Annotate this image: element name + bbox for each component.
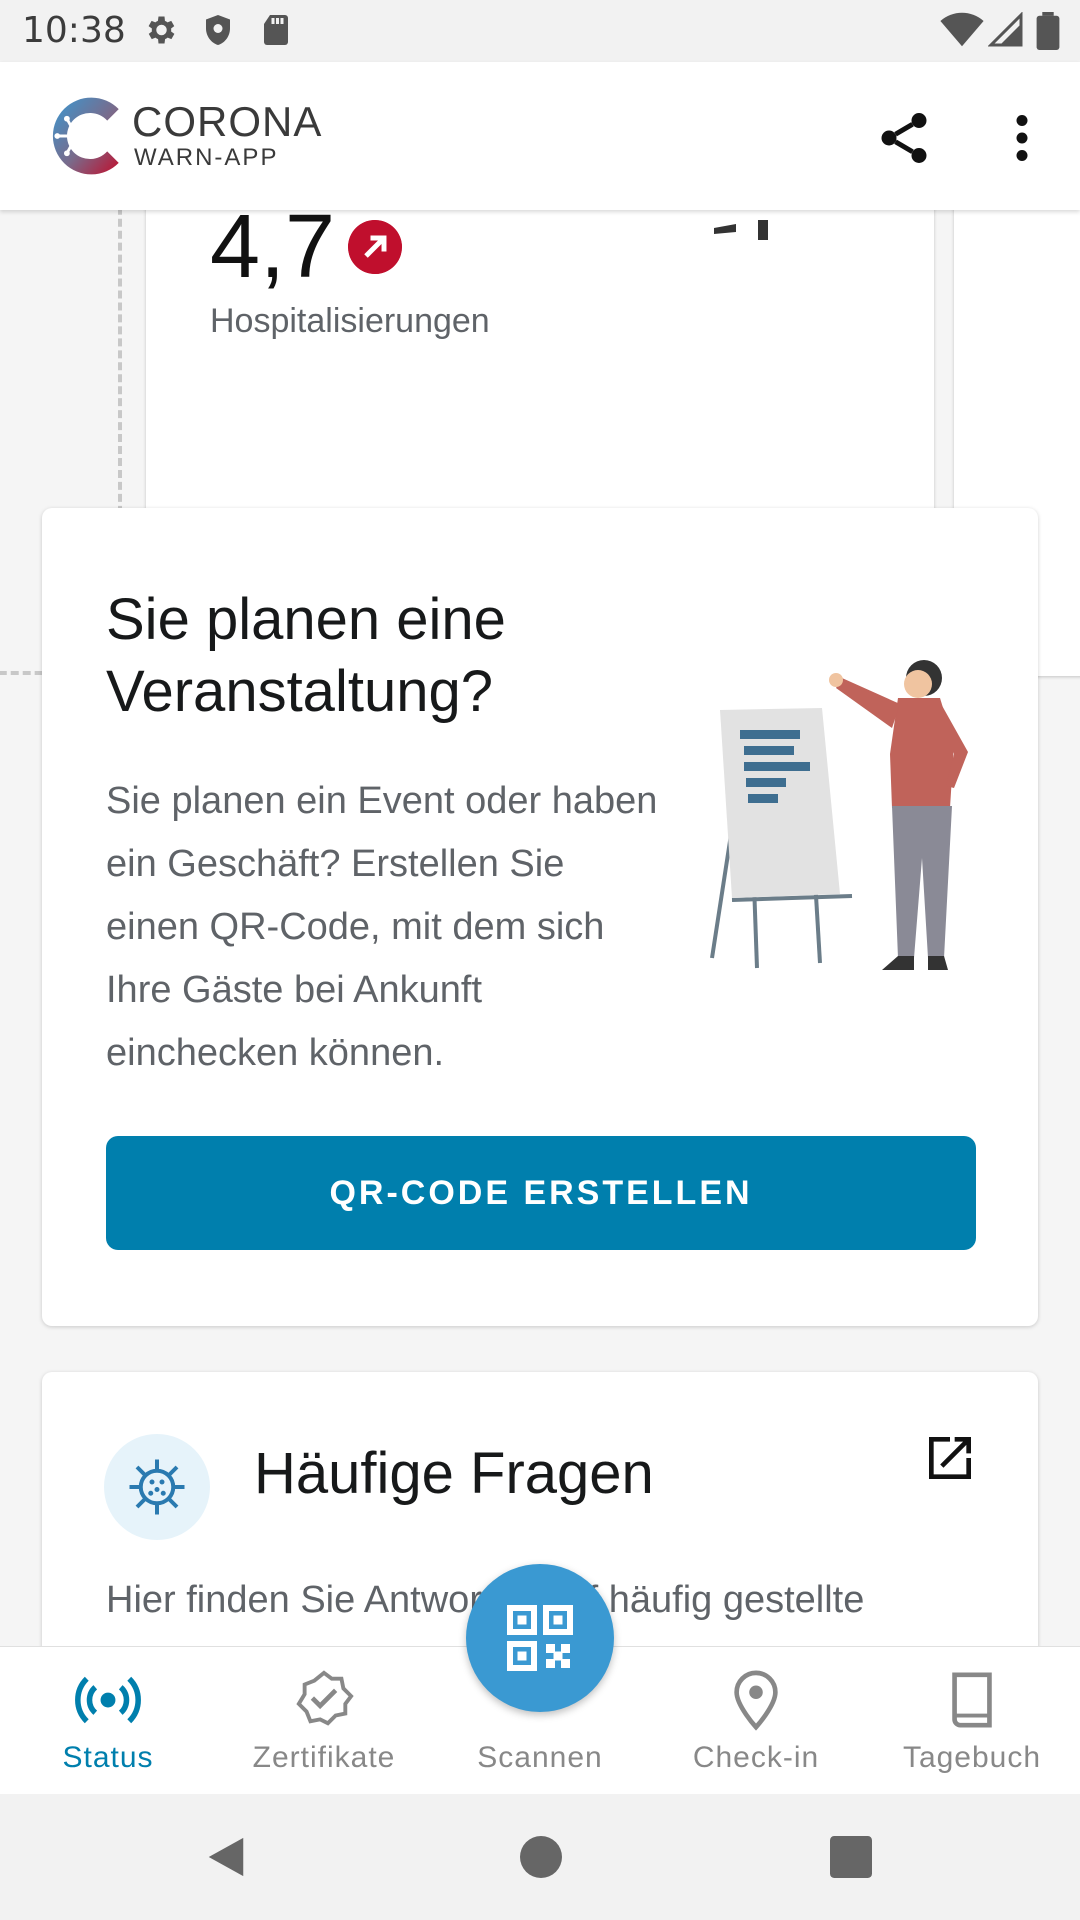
qr-code-icon — [507, 1605, 573, 1671]
certificate-icon — [296, 1670, 354, 1726]
open-external-icon[interactable] — [922, 1430, 978, 1486]
presentation-illustration — [710, 660, 968, 970]
virus-icon — [129, 1459, 185, 1515]
nav-label-certificates: Zertifikate — [252, 1741, 396, 1774]
brand-subtitle: WARN-APP — [134, 144, 279, 171]
corona-warn-app-logo — [52, 97, 119, 175]
wifi-icon — [940, 12, 984, 47]
book-icon — [952, 1672, 992, 1728]
trend-up-icon — [348, 220, 402, 274]
battery-icon — [1036, 12, 1060, 50]
system-navigation-bar — [0, 1794, 1080, 1920]
nav-item-diary[interactable]: Tagebuch — [864, 1647, 1080, 1795]
back-icon[interactable] — [204, 1834, 248, 1880]
faq-icon-circle — [104, 1434, 210, 1540]
event-card: Sie planen eine Veranstaltung? Sie plane… — [42, 508, 1038, 1326]
brand-title: CORONA — [132, 98, 323, 145]
more-vert-icon[interactable] — [992, 108, 1052, 168]
event-card-title: Sie planen eine Veranstaltung? — [106, 587, 506, 724]
statistics-illustration — [714, 220, 768, 240]
nav-label-status: Status — [62, 1741, 154, 1774]
scan-fab-button[interactable] — [466, 1564, 614, 1712]
status-content[interactable]: 4,7 Hospitalisierungen Sie planen eine V… — [0, 210, 1080, 1646]
recents-icon[interactable] — [830, 1836, 872, 1878]
nav-label-scan: Scannen — [477, 1741, 603, 1774]
home-icon[interactable] — [520, 1836, 562, 1878]
share-icon[interactable] — [874, 108, 934, 168]
nav-item-certificates[interactable]: Zertifikate — [216, 1647, 432, 1795]
signal-icon — [988, 12, 1023, 47]
location-pin-icon — [734, 1670, 778, 1731]
radar-icon — [75, 1676, 141, 1724]
status-bar: 10:38 — [0, 0, 1080, 62]
nav-label-diary: Tagebuch — [902, 1741, 1042, 1774]
shield-icon — [206, 15, 230, 45]
settings-icon — [148, 16, 175, 44]
create-qr-code-button[interactable]: QR-CODE ERSTELLEN — [106, 1136, 976, 1250]
app-bar: CORONA WARN-APP — [0, 62, 1080, 210]
faq-title: Häufige Fragen — [254, 1441, 654, 1506]
nav-item-checkin[interactable]: Check-in — [648, 1647, 864, 1795]
sdcard-icon — [264, 15, 288, 45]
nav-item-status[interactable]: Status — [0, 1647, 216, 1795]
event-card-body: Sie planen ein Event oder haben ein Gesc… — [106, 780, 658, 1074]
status-time: 10:38 — [22, 10, 126, 51]
nav-label-checkin: Check-in — [692, 1741, 820, 1774]
stat-value: 4,7 — [210, 210, 336, 297]
stat-label: Hospitalisierungen — [210, 302, 490, 340]
